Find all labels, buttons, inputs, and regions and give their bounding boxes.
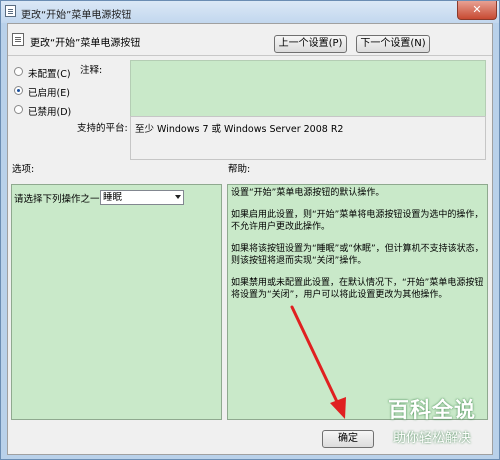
watermark-subtitle: 助你轻松解决 [392, 431, 471, 446]
dialog-window: 更改“开始”菜单电源按钮 ✕ 更改“开始”菜单电源按钮 上一个设置(P) 下一个… [0, 0, 500, 460]
annotation-arrow [290, 305, 346, 419]
watermark-title: 百科全说 [388, 398, 476, 422]
watermark-logo: 百科全说 助你轻松解决 [369, 394, 495, 454]
